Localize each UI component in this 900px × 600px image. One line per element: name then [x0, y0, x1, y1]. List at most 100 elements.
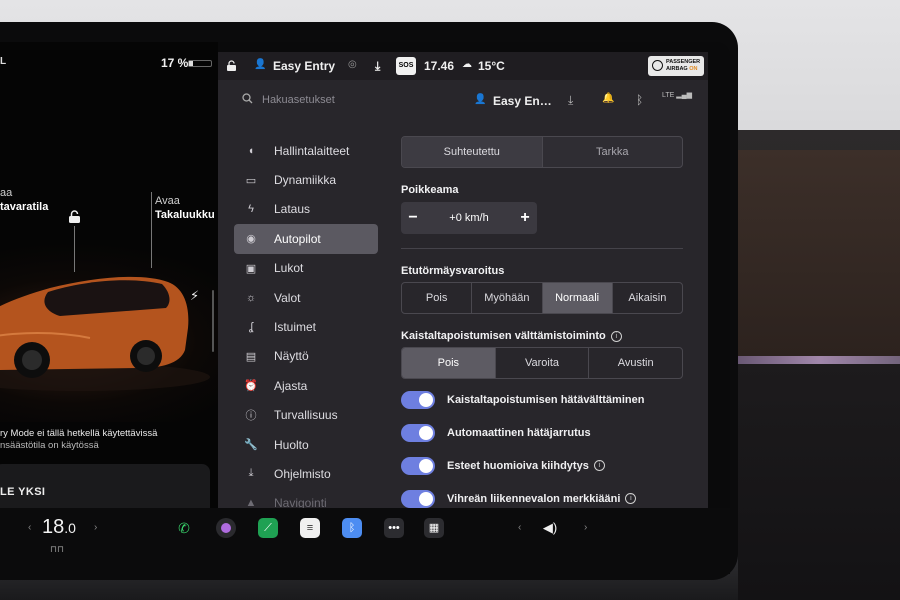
nav-item-ajasta[interactable]: ⏰ Ajasta: [234, 371, 378, 400]
temp-integer: 18: [42, 516, 65, 538]
weather-icon: ☁: [462, 59, 472, 70]
touchscreen: L 17 % aa tavaratila Avaa Takaluukku ⚡ r…: [0, 42, 730, 574]
plus-button[interactable]: +: [513, 209, 537, 227]
fcw-option-normaali[interactable]: Normaali: [542, 283, 613, 313]
download-icon[interactable]: ⤓: [568, 93, 573, 108]
volume-up-arrow-icon[interactable]: ›: [584, 522, 587, 533]
emergency-lane-departure-toggle[interactable]: [401, 390, 435, 409]
bell-icon[interactable]: 🔔: [602, 93, 614, 104]
airbag-line-2: AIRBAG: [666, 66, 688, 72]
signal-label: LTE: [662, 92, 675, 99]
more-icon[interactable]: •••: [384, 518, 404, 538]
obstacle-aware-acceleration-toggle[interactable]: [401, 456, 435, 475]
profile-name[interactable]: Easy En…: [493, 94, 552, 108]
dashcam-icon[interactable]: ▦: [424, 518, 444, 538]
alarm-icon: ⏰: [244, 380, 258, 393]
automatic-emergency-braking-toggle[interactable]: [401, 423, 435, 442]
fcw-option-aikaisin[interactable]: Aikaisin: [613, 283, 682, 313]
fcw-title: Etutörmäysvaroitus: [401, 265, 505, 277]
dashboard-wood-trim: [738, 150, 900, 360]
cabin-temperature[interactable]: 18.0: [42, 516, 76, 539]
lane-option-avustin[interactable]: Avustin: [589, 348, 682, 378]
nav-label: Huolto: [274, 437, 309, 452]
bluetooth-icon[interactable]: ᛒ: [342, 518, 362, 538]
nav-label: Ajasta: [274, 378, 308, 393]
navigation-icon: ▲: [245, 497, 257, 508]
phone-icon[interactable]: ✆: [174, 518, 194, 538]
lock-icon: ▣: [245, 262, 257, 275]
toggle-label: Kaistaltapoistumisen hätävälttäminen: [447, 393, 645, 406]
speaker-icon[interactable]: ◀): [540, 518, 560, 538]
nav-label: Turvallisuus: [274, 408, 338, 423]
fcw-option-pois[interactable]: Pois: [402, 283, 473, 313]
toggle-label: Automaattinen hätäjarrutus: [447, 426, 591, 439]
camera-icon[interactable]: [216, 518, 236, 538]
nav-item-dynamiikka[interactable]: ▭ Dynamiikka: [234, 165, 378, 194]
sos-button[interactable]: SOS: [396, 57, 416, 75]
car-image: [0, 276, 210, 391]
car-visualization-pane: L 17 % aa tavaratila Avaa Takaluukku ⚡ r…: [0, 42, 218, 508]
car-status-bar: L 17 %: [0, 56, 218, 72]
profile-icon[interactable]: 👤: [254, 59, 266, 70]
profile-icon[interactable]: 👤: [474, 94, 486, 105]
nav-item-autopilot[interactable]: ◉ Autopilot: [234, 224, 378, 254]
lane-title-row: Kaistaltapoistumisen välttämistoiminto i: [401, 330, 683, 342]
download-icon[interactable]: ⤓: [375, 59, 380, 74]
nav-item-istuimet[interactable]: ʆ Istuimet: [234, 312, 378, 341]
lane-title: Kaistaltapoistumisen välttämistoiminto: [401, 330, 606, 342]
lane-option-pois[interactable]: Pois: [402, 348, 496, 378]
bluetooth-icon[interactable]: ᛒ: [636, 93, 643, 107]
status-notice: ry Mode ei tällä hetkellä käytettävissä …: [0, 428, 218, 452]
fcw-option-myohaan[interactable]: Myöhään: [472, 283, 543, 313]
autopilot-settings: Suhteutettu Tarkka Poikkeama − +0 km/h +…: [401, 136, 683, 508]
nav-item-navigointi[interactable]: ▲ Navigointi: [234, 489, 378, 508]
unlock-icon[interactable]: [68, 210, 81, 224]
wrench-icon: 🔧: [244, 439, 258, 452]
volume-down-arrow-icon[interactable]: ‹: [518, 522, 521, 533]
unlock-icon[interactable]: [226, 60, 237, 72]
search-icon: [242, 93, 253, 104]
toggle-list: Kaistaltapoistumisen hätävälttäminen Aut…: [401, 383, 683, 508]
nav-item-naytto[interactable]: ▤ Näyttö: [234, 342, 378, 371]
info-icon[interactable]: i: [625, 493, 637, 504]
toggle-label: Esteet huomioiva kiihdytys: [447, 459, 589, 472]
media-player[interactable]: LE YKSI ⏭ ☆ ⫶ ⌕: [0, 464, 210, 508]
nav-item-huolto[interactable]: 🔧 Huolto: [234, 430, 378, 459]
trunk-action: Avaa: [155, 195, 180, 207]
nav-label: Ohjelmisto: [274, 466, 331, 481]
toggle-row: Esteet huomioiva kiihdytys i: [401, 449, 683, 482]
driver-profile[interactable]: Easy Entry: [273, 59, 335, 73]
nav-label: Istuimet: [274, 320, 317, 335]
info-icon[interactable]: i: [610, 331, 622, 342]
energy-app-icon[interactable]: ⟋: [258, 518, 278, 538]
temp-down-arrow-icon[interactable]: ‹: [28, 522, 31, 533]
status-left-text: L: [0, 56, 7, 67]
toggle-label: Vihreän liikennevalon merkkiääni: [447, 492, 621, 505]
nav-item-valot[interactable]: ☼ Valot: [234, 283, 378, 312]
seat-heater-icon[interactable]: ⊓⊓: [50, 544, 64, 555]
frunk-label[interactable]: aa tavaratila: [0, 186, 48, 214]
settings-nav: ◖ Hallintalaitteet ▭ Dynamiikka ϟ Lataus ◉ A…: [234, 136, 378, 508]
nav-item-hallintalaitteet[interactable]: ◖ Hallintalaitteet: [234, 136, 378, 165]
charging-bolt-icon[interactable]: ⚡: [190, 288, 199, 304]
sentry-icon[interactable]: ◎: [348, 59, 357, 70]
mode-option-tarkka[interactable]: Tarkka: [543, 137, 683, 167]
lane-option-varoita[interactable]: Varoita: [496, 348, 590, 378]
lock-pointer-line: [74, 226, 75, 272]
nav-item-lataus[interactable]: ϟ Lataus: [234, 195, 378, 224]
nav-item-lukot[interactable]: ▣ Lukot: [234, 254, 378, 283]
bolt-icon: ϟ: [248, 203, 254, 216]
green-light-chime-toggle[interactable]: [401, 489, 435, 508]
minus-button[interactable]: −: [401, 209, 425, 227]
notes-icon[interactable]: ≡: [300, 518, 320, 538]
info-icon[interactable]: i: [593, 460, 605, 471]
airbag-line-1: PASSENGER: [666, 59, 701, 65]
temp-up-arrow-icon[interactable]: ›: [94, 522, 97, 533]
mode-option-suhteutettu[interactable]: Suhteutettu: [402, 137, 543, 167]
nav-item-ohjelmisto[interactable]: ⤓ Ohjelmisto: [234, 459, 378, 488]
nav-item-turvallisuus[interactable]: ⓘ Turvallisuus: [234, 401, 378, 430]
trunk-label[interactable]: Avaa Takaluukku: [155, 194, 215, 222]
steering-wheel-icon: ◉: [246, 233, 256, 246]
offset-title: Poikkeama: [401, 184, 459, 196]
settings-search-input[interactable]: [262, 92, 402, 108]
